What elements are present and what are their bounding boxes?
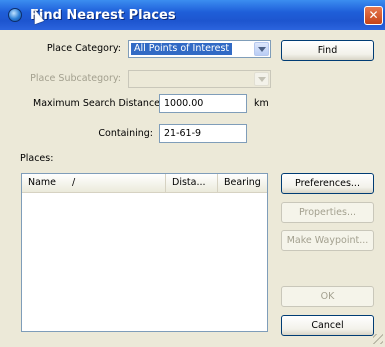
- sort-indicator: /: [72, 177, 76, 188]
- dropdown-arrow-icon: [254, 72, 269, 86]
- column-header-name[interactable]: Name /: [22, 174, 166, 192]
- window-title: Find Nearest Places: [30, 8, 176, 23]
- find-button[interactable]: Find: [281, 40, 374, 61]
- containing-label: Containing:: [98, 128, 153, 139]
- cancel-button[interactable]: Cancel: [281, 315, 374, 336]
- ok-button: OK: [281, 286, 374, 307]
- max-distance-label: Maximum Search Distance:: [33, 98, 164, 109]
- max-distance-input[interactable]: 1000.00: [159, 94, 247, 113]
- place-subcategory-select: [128, 70, 271, 88]
- place-category-value: All Points of Interest: [131, 43, 233, 55]
- title-bar[interactable]: Find Nearest Places ✕: [0, 0, 385, 30]
- place-subcategory-label: Place Subcategory:: [30, 73, 121, 84]
- properties-button: Properties...: [281, 202, 374, 223]
- containing-input[interactable]: 21-61-9: [159, 124, 247, 143]
- name-column-label: Name: [28, 177, 57, 188]
- column-header-distance[interactable]: Dista...: [166, 174, 218, 192]
- column-header-bearing[interactable]: Bearing: [218, 174, 267, 192]
- resize-grip-icon[interactable]: [373, 334, 383, 344]
- preferences-button[interactable]: Preferences...: [281, 173, 374, 194]
- app-globe-icon: [8, 8, 22, 22]
- places-list[interactable]: Name / Dista... Bearing: [21, 173, 268, 332]
- place-category-select[interactable]: All Points of Interest: [128, 40, 271, 58]
- close-icon: ✕: [368, 8, 379, 22]
- distance-unit-label: km: [254, 98, 269, 109]
- make-waypoint-button: Make Waypoint...: [281, 230, 374, 251]
- places-label: Places:: [20, 153, 54, 164]
- place-category-label: Place Category:: [46, 43, 121, 54]
- dropdown-arrow-icon[interactable]: [254, 42, 269, 56]
- places-list-header: Name / Dista... Bearing: [22, 174, 267, 193]
- close-button[interactable]: ✕: [364, 6, 383, 25]
